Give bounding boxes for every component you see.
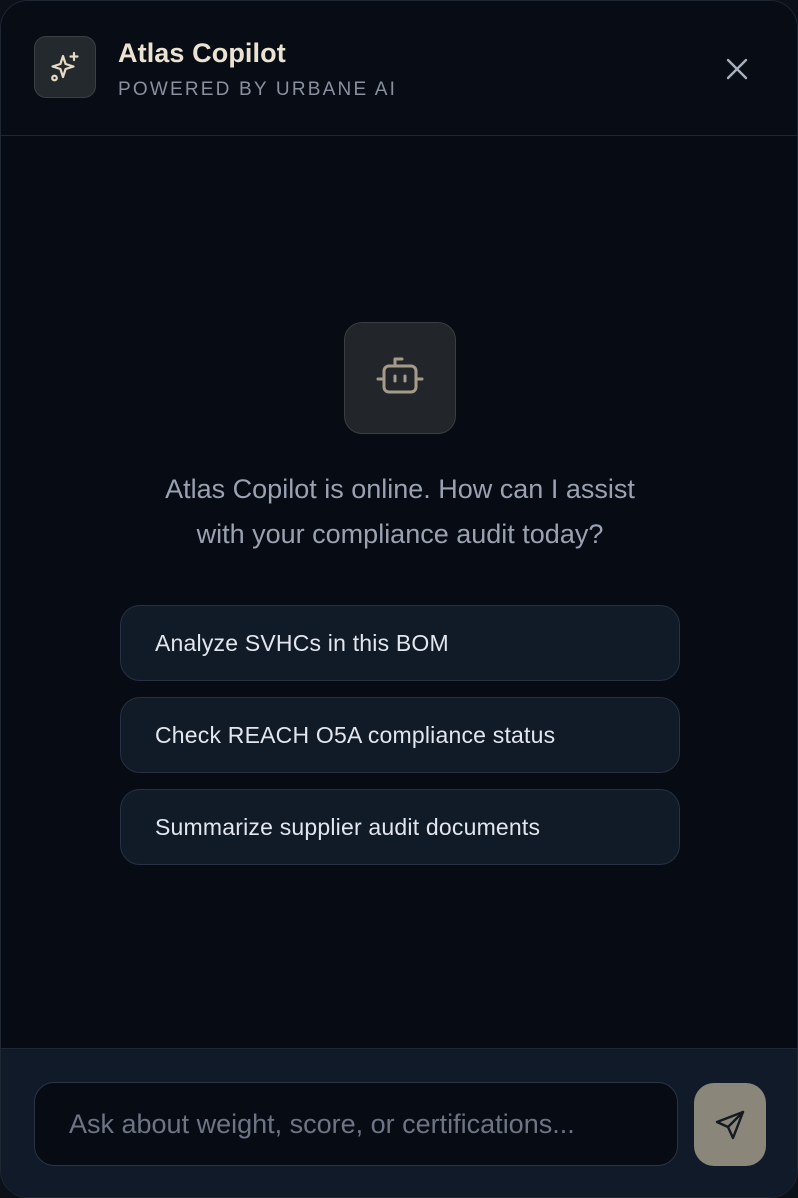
logo-tile	[34, 36, 96, 98]
copilot-panel: Atlas Copilot POWERED BY URBANE AI Atlas…	[0, 0, 798, 1198]
sparkles-icon	[51, 51, 79, 82]
copilot-header: Atlas Copilot POWERED BY URBANE AI	[1, 1, 797, 136]
composer	[1, 1048, 797, 1197]
bot-icon	[376, 357, 424, 394]
welcome-line-2: with your compliance audit today?	[196, 519, 604, 549]
suggestion-analyze-svhcs[interactable]: Analyze SVHCs in this BOM	[120, 605, 680, 681]
panel-title: Atlas Copilot	[118, 38, 286, 68]
close-icon	[726, 58, 748, 80]
suggestion-summarize-audit[interactable]: Summarize supplier audit documents	[120, 789, 680, 865]
suggestion-check-reach[interactable]: Check REACH O5A compliance status	[120, 697, 680, 773]
send-icon	[715, 1110, 745, 1139]
send-button[interactable]	[694, 1083, 766, 1166]
message-input[interactable]	[34, 1082, 678, 1166]
welcome-line-1: Atlas Copilot is online. How can I assis…	[165, 474, 635, 504]
bot-avatar	[344, 322, 456, 434]
close-button[interactable]	[717, 49, 757, 89]
welcome-message: Atlas Copilot is online. How can I assis…	[101, 467, 699, 557]
panel-subtitle: POWERED BY URBANE AI	[118, 79, 398, 100]
